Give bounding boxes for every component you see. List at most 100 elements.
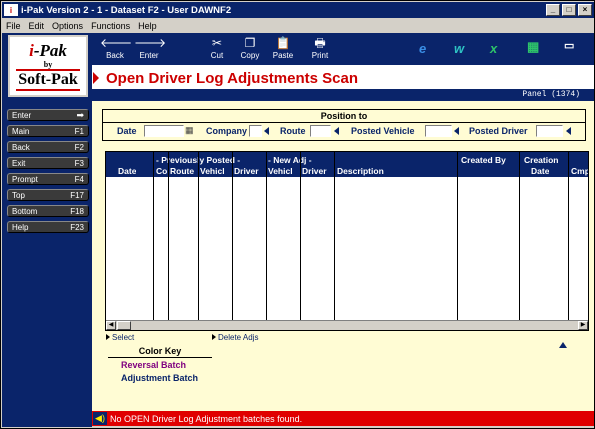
route-input[interactable] (310, 125, 331, 137)
posted-driver-input[interactable] (536, 125, 563, 137)
nav-label: Enter (12, 110, 32, 120)
menu-file[interactable]: File (2, 21, 25, 31)
col-date: Date (118, 166, 137, 176)
calculator-icon[interactable]: ▦ (527, 39, 539, 55)
posted-vehicle-input[interactable] (425, 125, 452, 137)
reversal-batch-key: Reversal Batch (121, 360, 187, 370)
company-prompt-icon[interactable] (264, 127, 269, 135)
color-key-title: Color Key (108, 346, 212, 358)
horizontal-scrollbar[interactable]: ◀ ▶ (106, 320, 588, 330)
col-creation: Creation (524, 155, 559, 165)
delete-label: Delete Adjs (218, 333, 259, 342)
close-button[interactable]: × (578, 4, 592, 16)
toolbar: 🡐 Back 🡒 Enter ✂ Cut ❐ Copy 📋 Paste 🖶 Pr… (92, 33, 594, 65)
nav-bottom-button[interactable]: Bottom F18 (7, 205, 89, 217)
enter-toolbar-button[interactable]: 🡒 Enter (134, 35, 167, 61)
print-toolbar-button[interactable]: 🖶 Print (305, 35, 335, 61)
enter-label: Enter (139, 51, 159, 60)
title-arrow-icon (93, 72, 99, 84)
col-divider (334, 152, 335, 320)
company-input[interactable] (249, 125, 262, 137)
new-adj-group: - New Adj - (268, 155, 312, 165)
nav-prompt-button[interactable]: Prompt F4 (7, 173, 89, 185)
speaker-icon[interactable]: ◀) (93, 412, 107, 425)
col-driver-prev: Driver (234, 166, 259, 176)
card-icon[interactable]: ▭ (564, 39, 574, 52)
date-input[interactable] (144, 125, 184, 137)
page-title: Open Driver Log Adjustments Scan (106, 70, 358, 87)
status-message: No OPEN Driver Log Adjustment batches fo… (110, 413, 303, 424)
col-created-by: Created By (461, 155, 506, 165)
menu-functions[interactable]: Functions (87, 21, 134, 31)
maximize-button[interactable]: □ (562, 4, 576, 16)
nav-label: Help (12, 222, 29, 232)
date-label: Date (117, 126, 137, 136)
col-creation-date: Date (531, 166, 550, 176)
copy-toolbar-button[interactable]: ❐ Copy (235, 35, 265, 61)
vehicle-prompt-icon[interactable] (454, 127, 459, 135)
menu-edit[interactable]: Edit (25, 21, 49, 31)
col-divider (168, 152, 169, 320)
word-icon[interactable]: w (454, 41, 464, 56)
status-bar: ◀) No OPEN Driver Log Adjustment batches… (92, 411, 594, 426)
menu-options[interactable]: Options (48, 21, 87, 31)
col-route: Route (170, 166, 195, 176)
nav-exit-button[interactable]: Exit F3 (7, 157, 89, 169)
print-label: Print (311, 51, 329, 60)
col-divider (300, 152, 301, 320)
paste-icon: 📋 (275, 36, 291, 50)
right-arrow-icon: 🡒 (134, 36, 167, 50)
col-description: Description (337, 166, 384, 176)
paste-toolbar-button[interactable]: 📋 Paste (268, 35, 298, 61)
menu-bar: File Edit Options Functions Help (2, 18, 594, 33)
col-vehicle-prev: Vehicl (200, 166, 225, 176)
app-icon: i (4, 4, 18, 16)
nav-enter-button[interactable]: Enter ➡ (7, 109, 89, 121)
nav-help-button[interactable]: Help F23 (7, 221, 89, 233)
app-window: i i-Pak Version 2 - 1 - Dataset F2 - Use… (0, 0, 595, 429)
page-header: Open Driver Log Adjustments Scan Panel (… (92, 65, 594, 101)
scroll-left-icon[interactable]: ◀ (106, 321, 116, 330)
nav-key: F23 (70, 222, 84, 232)
back-toolbar-button[interactable]: 🡐 Back (100, 35, 133, 61)
delete-arrow-icon (212, 334, 216, 340)
ie-icon[interactable]: e (419, 41, 426, 56)
nav-top-button[interactable]: Top F17 (7, 189, 89, 201)
copy-label: Copy (240, 51, 260, 60)
back-label: Back (106, 51, 124, 60)
position-to-box: Position to Date ▦ Company Route Posted … (102, 109, 586, 141)
cut-toolbar-button[interactable]: ✂ Cut (202, 35, 232, 61)
col-divider (568, 152, 569, 320)
minimize-button[interactable]: _ (546, 4, 560, 16)
driver-prompt-icon[interactable] (566, 127, 571, 135)
col-divider (266, 152, 267, 320)
nav-label: Back (12, 142, 30, 152)
left-arrow-icon: 🡐 (100, 36, 133, 50)
nav-label: Prompt (12, 174, 38, 184)
adjustment-batch-key: Adjustment Batch (121, 373, 199, 383)
position-to-title: Position to (103, 110, 585, 123)
excel-icon[interactable]: x (490, 41, 497, 56)
nav-main-button[interactable]: Main F1 (7, 125, 89, 137)
menu-help[interactable]: Help (134, 21, 161, 31)
col-divider (232, 152, 233, 320)
scroll-thumb[interactable] (117, 321, 131, 330)
nav-label: Exit (12, 158, 26, 168)
nav-back-button[interactable]: Back F2 (7, 141, 89, 153)
scroll-right-icon[interactable]: ▶ (578, 321, 588, 330)
page-up-icon[interactable] (559, 342, 567, 348)
nav-key: F1 (74, 126, 84, 136)
title-bar: i i-Pak Version 2 - 1 - Dataset F2 - Use… (2, 2, 594, 18)
calendar-icon[interactable]: ▦ (185, 125, 194, 136)
select-arrow-icon (106, 334, 110, 340)
grid-header: - Previously Posted - - New Adj - Date C… (106, 152, 588, 177)
nav-label: Bottom (12, 206, 38, 216)
posted-driver-label: Posted Driver (469, 126, 528, 136)
main-content: Position to Date ▦ Company Route Posted … (92, 101, 594, 411)
delete-adjs-action[interactable]: Delete Adjs (212, 333, 258, 342)
adjustments-grid[interactable]: - Previously Posted - - New Adj - Date C… (105, 151, 589, 331)
route-prompt-icon[interactable] (334, 127, 339, 135)
ipak-logo: i-Pak by Soft-Pak (8, 35, 88, 97)
col-divider (153, 152, 154, 320)
select-action[interactable]: Select (106, 333, 134, 342)
